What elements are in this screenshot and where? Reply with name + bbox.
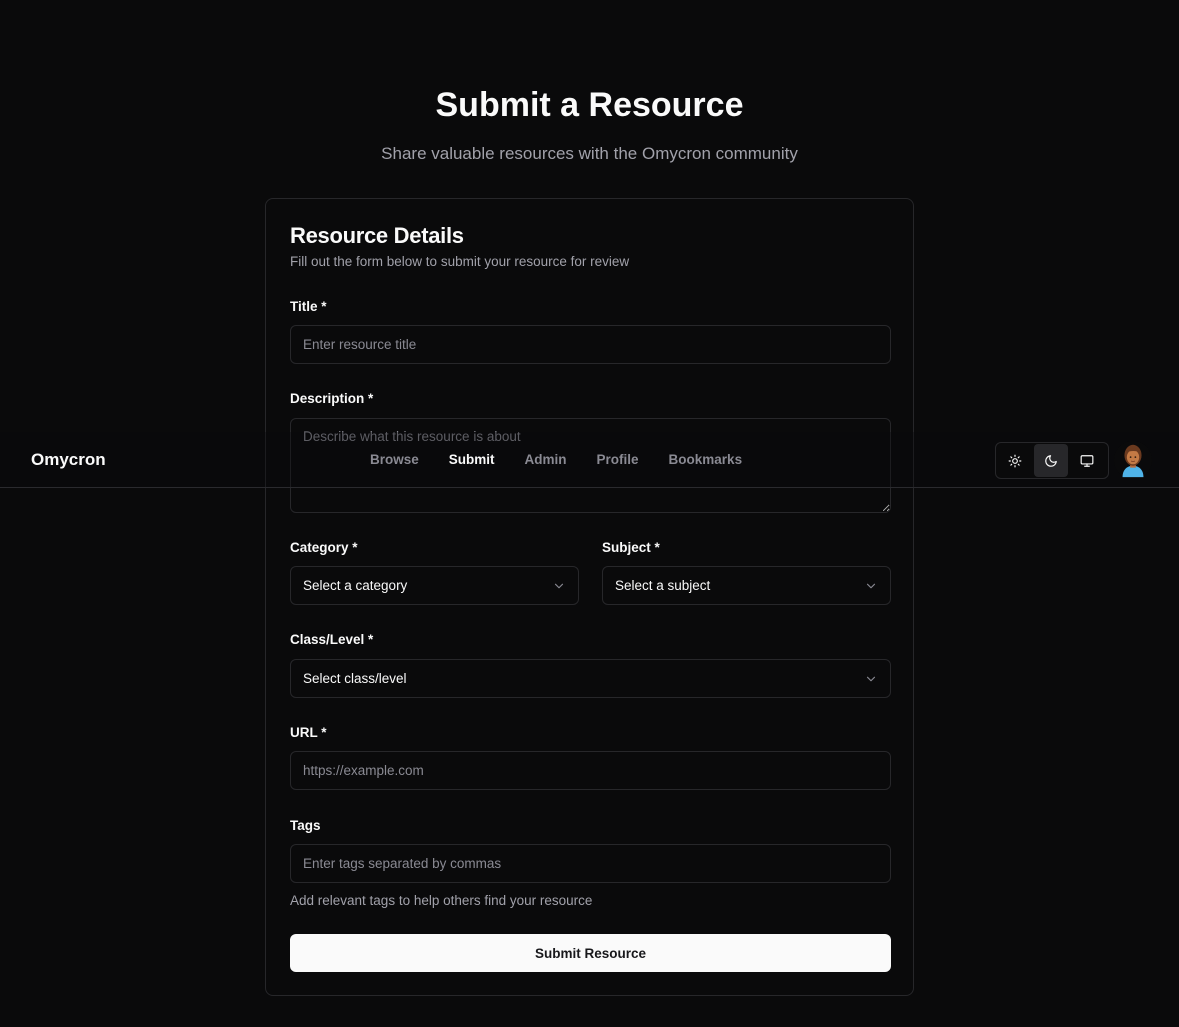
top-navbar: Omycron Browse Submit Admin Profile Book… xyxy=(0,432,1179,488)
url-input[interactable] xyxy=(290,751,891,790)
category-label: Category * xyxy=(290,540,358,555)
tags-input[interactable] xyxy=(290,844,891,883)
nav-link-bookmarks[interactable]: Bookmarks xyxy=(669,452,743,467)
user-avatar[interactable] xyxy=(1114,441,1152,479)
tags-helper-text: Add relevant tags to help others find yo… xyxy=(290,893,593,908)
url-label: URL * xyxy=(290,725,327,740)
system-theme-button[interactable] xyxy=(1070,444,1104,477)
page-subtitle: Share valuable resources with the Omycro… xyxy=(381,144,798,163)
class-level-label: Class/Level * xyxy=(290,632,374,647)
nav-link-browse[interactable]: Browse xyxy=(370,452,419,467)
monitor-icon xyxy=(1080,454,1094,467)
nav-link-submit[interactable]: Submit xyxy=(449,452,495,467)
form-title: Resource Details xyxy=(290,223,464,248)
class-level-select[interactable]: Select class/level xyxy=(290,659,891,698)
chevron-down-icon xyxy=(554,583,564,588)
subject-select-value: Select a subject xyxy=(615,578,711,593)
brand-logo[interactable]: Omycron xyxy=(31,450,106,470)
tags-label: Tags xyxy=(290,818,321,833)
subject-label: Subject * xyxy=(602,540,660,555)
nav-link-profile[interactable]: Profile xyxy=(597,452,639,467)
resource-form-card: Resource Details Fill out the form below… xyxy=(265,198,914,996)
nav-links: Browse Submit Admin Profile Bookmarks xyxy=(370,452,772,467)
nav-link-admin[interactable]: Admin xyxy=(525,452,567,467)
theme-toggle-group xyxy=(995,442,1109,479)
description-label: Description * xyxy=(290,391,374,406)
sun-icon xyxy=(1008,454,1022,467)
page: Submit a Resource Share valuable resourc… xyxy=(0,0,1179,1027)
dark-theme-button[interactable] xyxy=(1034,444,1068,477)
subject-select[interactable]: Select a subject xyxy=(602,566,891,605)
title-label: Title * xyxy=(290,299,327,314)
submit-resource-button[interactable]: Submit Resource xyxy=(290,934,891,972)
chevron-down-icon xyxy=(866,676,876,681)
chevron-down-icon xyxy=(866,583,876,588)
form-description: Fill out the form below to submit your r… xyxy=(290,254,630,269)
class-level-select-value: Select class/level xyxy=(303,671,407,686)
category-select-value: Select a category xyxy=(303,578,408,593)
light-theme-button[interactable] xyxy=(998,444,1032,477)
page-title: Submit a Resource xyxy=(435,86,744,124)
category-select[interactable]: Select a category xyxy=(290,566,579,605)
title-input[interactable] xyxy=(290,325,891,364)
moon-icon xyxy=(1045,454,1057,467)
